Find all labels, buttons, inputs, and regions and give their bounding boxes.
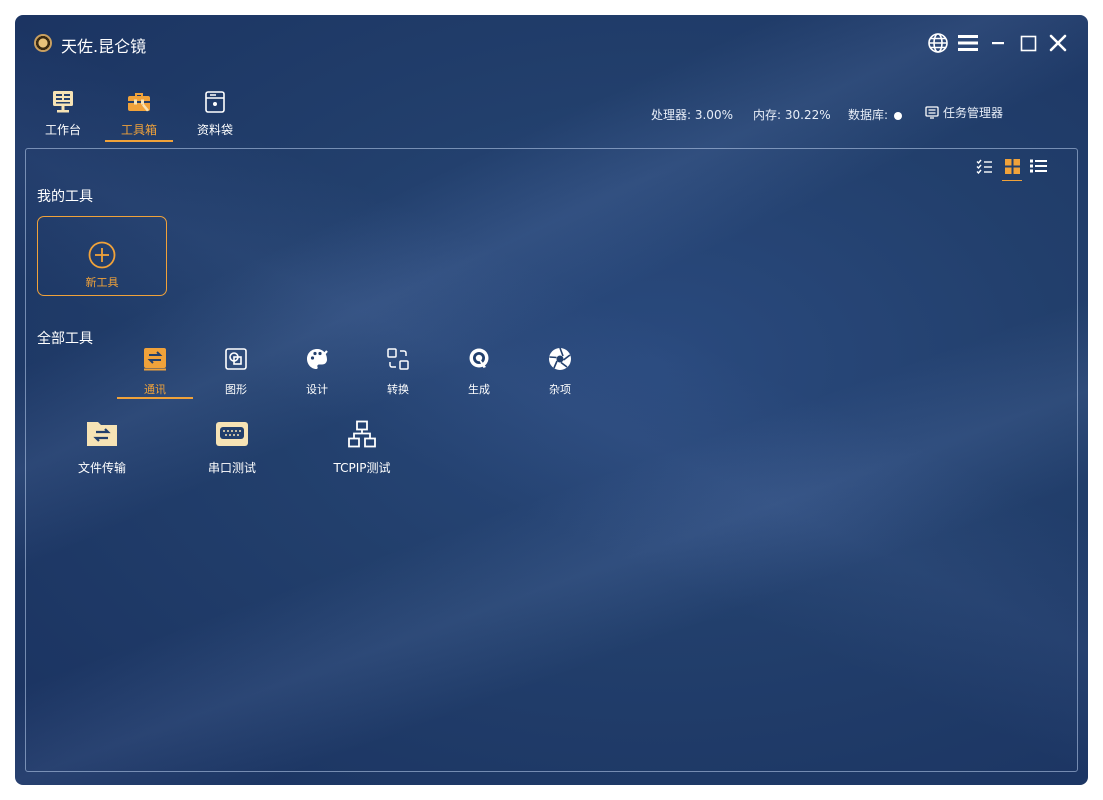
- category-communication[interactable]: 通讯: [117, 344, 193, 400]
- convert-icon: [385, 346, 411, 372]
- active-tab-underline: [105, 140, 173, 142]
- task-manager-label: 任务管理器: [943, 106, 1004, 120]
- new-tool-button[interactable]: 新工具: [37, 216, 167, 296]
- memory-usage: 内存: 30.22%: [753, 108, 831, 122]
- tab-workbench[interactable]: 工作台: [25, 85, 101, 141]
- tab-label: 工具箱: [120, 123, 157, 137]
- category-generate[interactable]: 生成: [441, 344, 517, 400]
- category-label: 生成: [468, 383, 490, 396]
- serial-port-icon: [215, 419, 249, 449]
- view-grid-button[interactable]: [1001, 155, 1023, 181]
- tool-serial-port-test[interactable]: 串口测试: [177, 419, 287, 479]
- database-status: 数据库:: [848, 106, 902, 123]
- tool-label: 串口测试: [207, 461, 256, 475]
- add-circle-icon: [88, 241, 116, 269]
- network-icon: [345, 419, 379, 449]
- view-checklist-button[interactable]: [973, 155, 995, 177]
- minimize-icon[interactable]: [988, 31, 1008, 55]
- tool-tcpip-test[interactable]: TCPIP测试: [307, 419, 417, 479]
- globe-icon[interactable]: [926, 31, 950, 55]
- aperture-icon: [547, 346, 573, 372]
- category-label: 图形: [225, 383, 247, 396]
- app-window: 天佐.昆仑镜 工作台 工具箱 资料袋 处理器: 3.00% 内存: 30.22%…: [15, 15, 1088, 785]
- new-tool-label: 新工具: [85, 276, 119, 289]
- tool-label: 文件传输: [77, 461, 126, 475]
- close-icon[interactable]: [1048, 31, 1068, 55]
- file-transfer-icon: [85, 419, 119, 449]
- task-manager-button[interactable]: 任务管理器: [925, 104, 1003, 121]
- category-graphics[interactable]: 图形: [198, 344, 274, 400]
- content-panel: 我的工具 新工具 全部工具 通讯 图形 设计 转换 生成 杂项 文件传输 串口测…: [25, 148, 1078, 772]
- category-design[interactable]: 设计: [279, 344, 355, 400]
- database-label: 数据库:: [848, 108, 889, 122]
- category-convert[interactable]: 转换: [360, 344, 436, 400]
- category-label: 设计: [306, 383, 328, 396]
- view-list-button[interactable]: [1027, 155, 1049, 177]
- category-label: 杂项: [549, 383, 571, 396]
- all-tools-title: 全部工具: [37, 331, 93, 347]
- category-label: 转换: [387, 383, 409, 396]
- palette-icon: [304, 346, 330, 372]
- grid-icon: [1004, 158, 1020, 174]
- task-manager-icon: [925, 106, 939, 119]
- tab-label: 工作台: [44, 123, 81, 137]
- tab-toolbox[interactable]: 工具箱: [101, 85, 177, 142]
- generate-icon: [466, 346, 492, 372]
- tool-file-transfer[interactable]: 文件传输: [47, 419, 157, 479]
- checklist-icon: [976, 159, 992, 174]
- folder-bag-icon: [202, 89, 228, 115]
- database-status-dot: [893, 111, 902, 120]
- communication-icon: [142, 346, 168, 372]
- category-misc[interactable]: 杂项: [522, 344, 598, 400]
- maximize-icon[interactable]: [1018, 31, 1038, 55]
- menu-icon[interactable]: [956, 31, 980, 55]
- category-label: 通讯: [144, 383, 166, 396]
- app-logo-icon: [34, 34, 52, 52]
- tab-label: 资料袋: [196, 123, 233, 137]
- workbench-icon: [50, 89, 76, 115]
- active-category-underline: [117, 397, 193, 399]
- cpu-usage: 处理器: 3.00%: [651, 108, 733, 122]
- title-bar[interactable]: 天佐.昆仑镜: [15, 15, 1088, 75]
- toolbox-icon: [126, 89, 152, 115]
- tab-materials[interactable]: 资料袋: [177, 85, 253, 141]
- app-title: 天佐.昆仑镜: [61, 37, 147, 56]
- my-tools-title: 我的工具: [37, 189, 93, 205]
- graphics-icon: [223, 346, 249, 372]
- tool-label: TCPIP测试: [333, 461, 391, 475]
- list-icon: [1029, 159, 1047, 173]
